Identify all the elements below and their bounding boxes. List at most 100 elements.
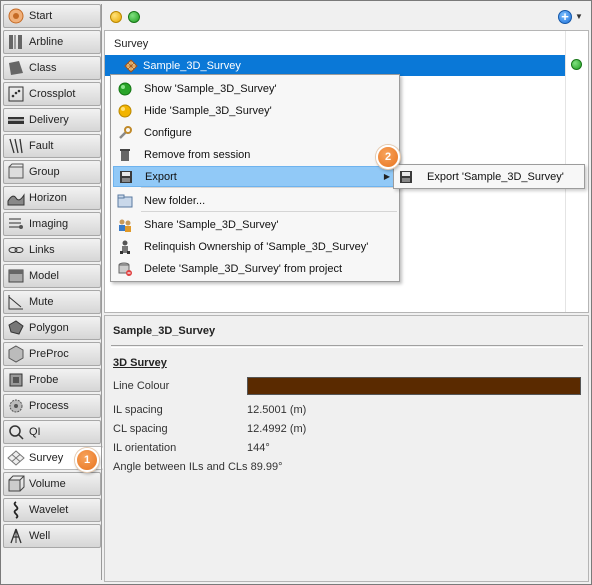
sidebar-divider xyxy=(101,4,102,580)
start-icon xyxy=(7,7,25,25)
polygon-icon xyxy=(7,319,25,337)
process-icon xyxy=(7,397,25,415)
menu-item-relinquish-ownership-of-sample-3d-survey[interactable]: Relinquish Ownership of 'Sample_3D_Surve… xyxy=(113,236,397,257)
properties-title: Sample_3D_Survey xyxy=(113,325,216,337)
arbline-icon xyxy=(7,33,25,51)
sidebar-item-class[interactable]: Class xyxy=(3,56,101,80)
menu-item-show-sample-3d-survey[interactable]: Show 'Sample_3D_Survey' xyxy=(113,78,397,99)
preproc-icon xyxy=(7,345,25,363)
menu-item-label: Relinquish Ownership of 'Sample_3D_Surve… xyxy=(144,240,369,253)
green-status-icon xyxy=(117,81,133,97)
step-callout-2: 2 xyxy=(376,145,400,169)
menu-item-configure[interactable]: Configure xyxy=(113,122,397,143)
cl-spacing-value: 12.4992 (m) xyxy=(247,423,307,435)
sidebar-item-label: Volume xyxy=(29,478,66,490)
survey-grid-icon xyxy=(124,58,138,73)
sidebar-item-qi[interactable]: QI xyxy=(3,420,101,444)
angle-label-text: Angle between ILs and CLs xyxy=(113,461,248,473)
sidebar-item-label: Arbline xyxy=(29,36,64,48)
sidebar-item-label: Wavelet xyxy=(29,504,69,516)
sidebar-item-probe[interactable]: Probe xyxy=(3,368,101,392)
sidebar-item-polygon[interactable]: Polygon xyxy=(3,316,101,340)
yellow-status-icon xyxy=(117,103,133,119)
survey-icon xyxy=(7,449,25,467)
sidebar-item-fault[interactable]: Fault xyxy=(3,134,101,158)
volume-icon xyxy=(7,475,25,493)
sidebar-item-label: PreProc xyxy=(29,348,69,360)
tree-row-label: Sample_3D_Survey xyxy=(143,59,241,72)
menu-item-new-folder[interactable]: New folder... xyxy=(113,190,397,211)
context-menu: Show 'Sample_3D_Survey' Hide 'Sample_3D_S… xyxy=(110,74,400,282)
angle-value: 89.99° xyxy=(250,461,283,473)
sidebar-item-label: Links xyxy=(29,244,55,256)
sidebar-item-horizon[interactable]: Horizon xyxy=(3,186,101,210)
sidebar-item-wavelet[interactable]: Wavelet xyxy=(3,498,101,522)
add-icon[interactable]: + xyxy=(558,10,572,24)
menu-item-label: New folder... xyxy=(144,194,206,207)
sidebar-item-label: Well xyxy=(29,530,51,542)
sidebar-item-arbline[interactable]: Arbline xyxy=(3,30,101,54)
sidebar-item-well[interactable]: Well xyxy=(3,524,101,548)
sidebar-item-volume[interactable]: Volume xyxy=(3,472,101,496)
menu-item-delete-sample-3d-survey-from-project[interactable]: Delete 'Sample_3D_Survey' from project xyxy=(113,258,397,279)
user-release-icon xyxy=(117,239,133,255)
crossplot-icon xyxy=(7,85,25,103)
step-callout-1: 1 xyxy=(75,448,99,472)
menu-item-share-sample-3d-survey[interactable]: Share 'Sample_3D_Survey' xyxy=(113,214,397,235)
sidebar-item-links[interactable]: Links xyxy=(3,238,101,262)
chevron-right-icon: ▶ xyxy=(383,172,390,181)
show-all-button[interactable] xyxy=(128,11,140,23)
horizon-icon xyxy=(7,189,25,207)
menu-item-export-survey[interactable]: Export 'Sample_3D_Survey' xyxy=(396,167,582,186)
users-icon xyxy=(117,217,133,233)
visibility-status-icon[interactable] xyxy=(571,59,582,70)
wavelet-icon xyxy=(7,501,25,519)
sidebar-item-group[interactable]: Group xyxy=(3,160,101,184)
hide-all-button[interactable] xyxy=(110,11,122,23)
application-window: Start Arbline Class Crossplot Delivery Fault G… xyxy=(0,0,592,585)
sidebar-item-model[interactable]: Model xyxy=(3,264,101,288)
properties-divider-highlight xyxy=(111,347,583,348)
tree-row-selected[interactable]: Sample_3D_Survey xyxy=(105,55,565,76)
submenu-item-label: Export 'Sample_3D_Survey' xyxy=(427,170,564,183)
model-icon xyxy=(7,267,25,285)
menu-item-hide-sample-3d-survey[interactable]: Hide 'Sample_3D_Survey' xyxy=(113,100,397,121)
properties-panel: Sample_3D_Survey 3D Survey Line Colour I… xyxy=(104,315,589,582)
sidebar-item-label: Mute xyxy=(29,296,54,308)
sidebar-item-delivery[interactable]: Delivery xyxy=(3,108,101,132)
links-icon xyxy=(7,241,25,259)
mute-icon xyxy=(7,293,25,311)
sidebar-item-mute[interactable]: Mute xyxy=(3,290,101,314)
sidebar-item-label: Process xyxy=(29,400,69,412)
sidebar-item-start[interactable]: Start xyxy=(3,4,101,28)
probe-icon xyxy=(7,371,25,389)
line-colour-label: Line Colour xyxy=(113,380,170,392)
menu-item-export[interactable]: Export ▶ xyxy=(113,166,397,187)
sidebar-item-label: Model xyxy=(29,270,59,282)
menu-item-label: Configure xyxy=(144,126,192,139)
sidebar-item-process[interactable]: Process xyxy=(3,394,101,418)
sidebar-item-label: Start xyxy=(29,10,53,22)
tree-header: Survey xyxy=(114,38,149,50)
chevron-down-icon[interactable]: ▼ xyxy=(575,12,583,21)
wrench-icon xyxy=(117,125,133,141)
group-icon xyxy=(7,163,25,181)
properties-section-heading: 3D Survey xyxy=(113,357,167,369)
sidebar-item-crossplot[interactable]: Crossplot xyxy=(3,82,101,106)
well-icon xyxy=(7,527,25,545)
sidebar-item-label: QI xyxy=(29,426,41,438)
sidebar-item-imaging[interactable]: Imaging xyxy=(3,212,101,236)
sidebar-item-label: Horizon xyxy=(29,192,67,204)
menu-item-label: Show 'Sample_3D_Survey' xyxy=(144,82,277,95)
line-colour-swatch[interactable] xyxy=(247,377,581,395)
trash-icon xyxy=(117,147,133,163)
export-submenu: Export 'Sample_3D_Survey' xyxy=(393,164,585,189)
sidebar-item-preproc[interactable]: PreProc xyxy=(3,342,101,366)
menu-item-label: Hide 'Sample_3D_Survey' xyxy=(144,104,272,117)
menu-separator xyxy=(141,211,397,212)
menu-item-remove-from-session[interactable]: Remove from session xyxy=(113,144,397,165)
properties-divider xyxy=(111,345,583,346)
menu-item-label: Delete 'Sample_3D_Survey' from project xyxy=(144,262,343,275)
toolbar: + ▼ xyxy=(103,4,589,29)
menu-item-label: Remove from session xyxy=(144,148,251,161)
